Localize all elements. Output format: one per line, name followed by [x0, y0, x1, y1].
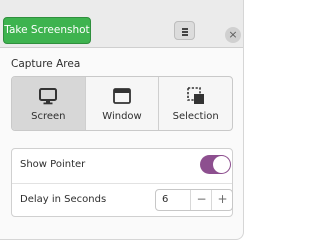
- row-divider: [12, 183, 232, 184]
- settings-panel: Show Pointer Delay in Seconds 6 − +: [11, 148, 233, 217]
- toggle-knob: [213, 156, 230, 173]
- delay-label: Delay in Seconds: [20, 194, 107, 205]
- monitor-icon: [39, 88, 58, 105]
- take-screenshot-button[interactable]: Take Screenshot: [3, 17, 91, 44]
- capture-option-label: Screen: [31, 111, 66, 122]
- capture-option-screen[interactable]: Screen: [12, 77, 86, 130]
- menu-button[interactable]: [174, 21, 195, 40]
- capture-option-window[interactable]: Window: [86, 77, 160, 130]
- capture-area-title: Capture Area: [11, 58, 81, 70]
- capture-option-selection[interactable]: Selection: [159, 77, 232, 130]
- header-bar: Take Screenshot ×: [0, 0, 243, 48]
- increment-button[interactable]: +: [211, 190, 233, 210]
- show-pointer-label: Show Pointer: [20, 159, 86, 170]
- selection-icon: [186, 87, 204, 104]
- decrement-button[interactable]: −: [190, 190, 212, 210]
- capture-option-label: Window: [102, 111, 142, 122]
- delay-spinbutton[interactable]: 6 − +: [155, 189, 233, 211]
- show-pointer-toggle[interactable]: [200, 155, 231, 174]
- close-icon[interactable]: ×: [225, 27, 241, 43]
- capture-area-selector: Screen Window Selection: [11, 76, 233, 131]
- capture-option-label: Selection: [172, 111, 219, 122]
- window-icon: [113, 88, 131, 104]
- delay-value[interactable]: 6: [162, 190, 168, 210]
- screenshot-window: Take Screenshot × Capture Area Screen Wi…: [0, 0, 244, 240]
